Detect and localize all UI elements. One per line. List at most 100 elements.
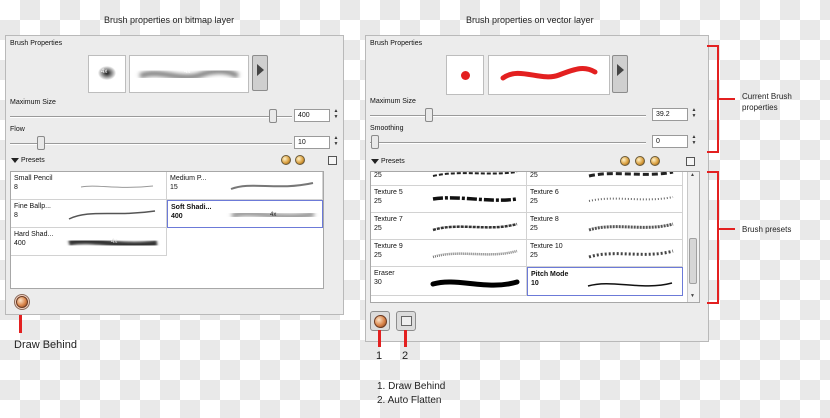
- preset-stroke: [588, 222, 674, 232]
- draw-behind-button[interactable]: [370, 311, 390, 331]
- preset-item[interactable]: Hard Shad... 400 4x: [11, 228, 167, 256]
- presets-label: Presets: [21, 157, 45, 164]
- max-size-spinner[interactable]: ▲ ▼: [691, 107, 697, 119]
- max-size-slider-track[interactable]: [10, 116, 292, 118]
- current-brush-bracket-tick: [719, 98, 735, 100]
- preset-name: Pitch Mode: [531, 271, 569, 278]
- preset-item[interactable]: Texture 5 25: [371, 186, 527, 213]
- max-size-slider-thumb[interactable]: [425, 108, 433, 122]
- preset-item-selected[interactable]: Soft Shadi... 400 4x: [167, 200, 323, 228]
- stroke-label: 4x: [184, 69, 191, 75]
- preset-name: Texture 8: [530, 216, 559, 223]
- preset-name: Soft Shadi...: [171, 204, 212, 211]
- auto-flatten-icon: [401, 316, 412, 326]
- preset-stroke: [80, 185, 154, 188]
- preset-name: Texture 10: [530, 243, 563, 250]
- legend-item-1: 1. Draw Behind: [377, 381, 446, 392]
- max-size-slider-thumb[interactable]: [269, 109, 277, 123]
- right-caption: Brush properties on vector layer: [466, 15, 594, 25]
- presets-menu-icon[interactable]: [328, 156, 337, 165]
- presets-collapse-icon[interactable]: [11, 158, 19, 163]
- brush-menu-arrow-button[interactable]: [252, 55, 268, 91]
- preset-item[interactable]: Texture 9 25: [371, 240, 527, 267]
- rename-preset-icon[interactable]: [650, 156, 660, 166]
- preset-item[interactable]: Small Pencil 8: [11, 172, 167, 200]
- preset-size: 25: [530, 225, 538, 232]
- preset-item[interactable]: Eraser 30: [371, 267, 527, 296]
- brush-stroke-preview: 4x: [129, 55, 249, 93]
- preset-stroke: [432, 222, 518, 232]
- scroll-up-arrow[interactable]: ▲: [690, 172, 695, 178]
- flow-spinner[interactable]: ▲ ▼: [333, 135, 339, 147]
- preset-name: Texture 7: [374, 216, 403, 223]
- draw-behind-callout: Draw Behind: [14, 339, 77, 351]
- preset-stroke: [230, 182, 314, 190]
- preset-size: 400: [14, 240, 26, 247]
- brush-tip-preview: 4x: [88, 55, 126, 93]
- preset-size: 25: [374, 252, 382, 259]
- max-size-field[interactable]: 39.2: [652, 108, 688, 121]
- bitmap-brush-panel: Brush Properties 4x 4x Maximum Size 400 …: [5, 35, 344, 315]
- preset-stroke: [430, 279, 520, 288]
- preset-item[interactable]: 25: [527, 172, 683, 186]
- smoothing-slider-track[interactable]: [370, 142, 646, 144]
- preset-name: Fine Ballp...: [14, 203, 51, 210]
- brush-menu-arrow-button[interactable]: [612, 55, 628, 93]
- flow-label: Flow: [10, 126, 25, 133]
- preset-stroke: [587, 282, 673, 287]
- draw-behind-button[interactable]: [14, 294, 30, 310]
- smoothing-field[interactable]: 0: [652, 135, 688, 148]
- brush-stroke-preview: [488, 55, 610, 95]
- preset-name: Small Pencil: [14, 175, 53, 182]
- draw-behind-callout-line: [19, 315, 22, 333]
- preset-stroke: [432, 196, 518, 202]
- preset-stroke: [588, 196, 674, 202]
- preset-item[interactable]: Medium P... 15: [167, 172, 323, 200]
- flow-slider-thumb[interactable]: [37, 136, 45, 150]
- preset-size: 25: [374, 225, 382, 232]
- preset-size: 8: [14, 184, 18, 191]
- presets-menu-icon[interactable]: [686, 157, 695, 166]
- preset-size: 8: [14, 212, 18, 219]
- preset-size: 10: [531, 280, 539, 287]
- max-size-slider-track[interactable]: [370, 115, 646, 117]
- max-size-field[interactable]: 400: [294, 109, 330, 122]
- preset-item[interactable]: Fine Ballp... 8: [11, 200, 167, 228]
- brush-presets-annotation: Brush presets: [742, 225, 792, 234]
- preset-size: 15: [170, 184, 178, 191]
- preset-item-selected[interactable]: Pitch Mode 10: [527, 267, 683, 296]
- preset-item[interactable]: Texture 10 25: [527, 240, 683, 267]
- preset-item[interactable]: Texture 8 25: [527, 213, 683, 240]
- max-size-spinner[interactable]: ▲ ▼: [333, 108, 339, 120]
- new-preset-icon[interactable]: [620, 156, 630, 166]
- scrollbar-thumb[interactable]: [689, 238, 697, 284]
- new-preset-icon[interactable]: [281, 155, 291, 165]
- preset-stroke: [588, 172, 674, 178]
- smoothing-spinner[interactable]: ▲ ▼: [691, 134, 697, 146]
- presets-scrollbar[interactable]: ▲ ▼: [687, 172, 699, 302]
- flow-slider-track[interactable]: [10, 143, 292, 145]
- auto-flatten-button[interactable]: [396, 311, 416, 331]
- preset-item[interactable]: 25: [371, 172, 527, 186]
- brush-presets-bracket-tick: [719, 228, 735, 230]
- preset-item[interactable]: Texture 7 25: [371, 213, 527, 240]
- preset-item[interactable]: Texture 6 25: [527, 186, 683, 213]
- callout-line-2: [404, 330, 407, 347]
- presets-collapse-icon[interactable]: [371, 159, 379, 164]
- preset-stroke-label: 4x: [270, 212, 277, 218]
- max-size-label: Maximum Size: [370, 98, 416, 105]
- draw-behind-icon: [374, 315, 387, 328]
- preset-stroke: [68, 210, 156, 220]
- smoothing-slider-thumb[interactable]: [371, 135, 379, 149]
- scroll-down-arrow[interactable]: ▼: [690, 293, 695, 299]
- flow-field[interactable]: 10: [294, 136, 330, 149]
- import-preset-icon[interactable]: [635, 156, 645, 166]
- vector-brush-panel: Brush Properties Maximum Size 39.2 ▲ ▼ Sm…: [365, 35, 709, 342]
- preset-name: Texture 9: [374, 243, 403, 250]
- preset-size: 30: [374, 279, 382, 286]
- preset-size: 25: [374, 172, 382, 179]
- presets-label: Presets: [381, 158, 405, 165]
- preset-size: 25: [530, 172, 538, 179]
- rename-preset-icon[interactable]: [295, 155, 305, 165]
- preset-stroke: [432, 172, 518, 177]
